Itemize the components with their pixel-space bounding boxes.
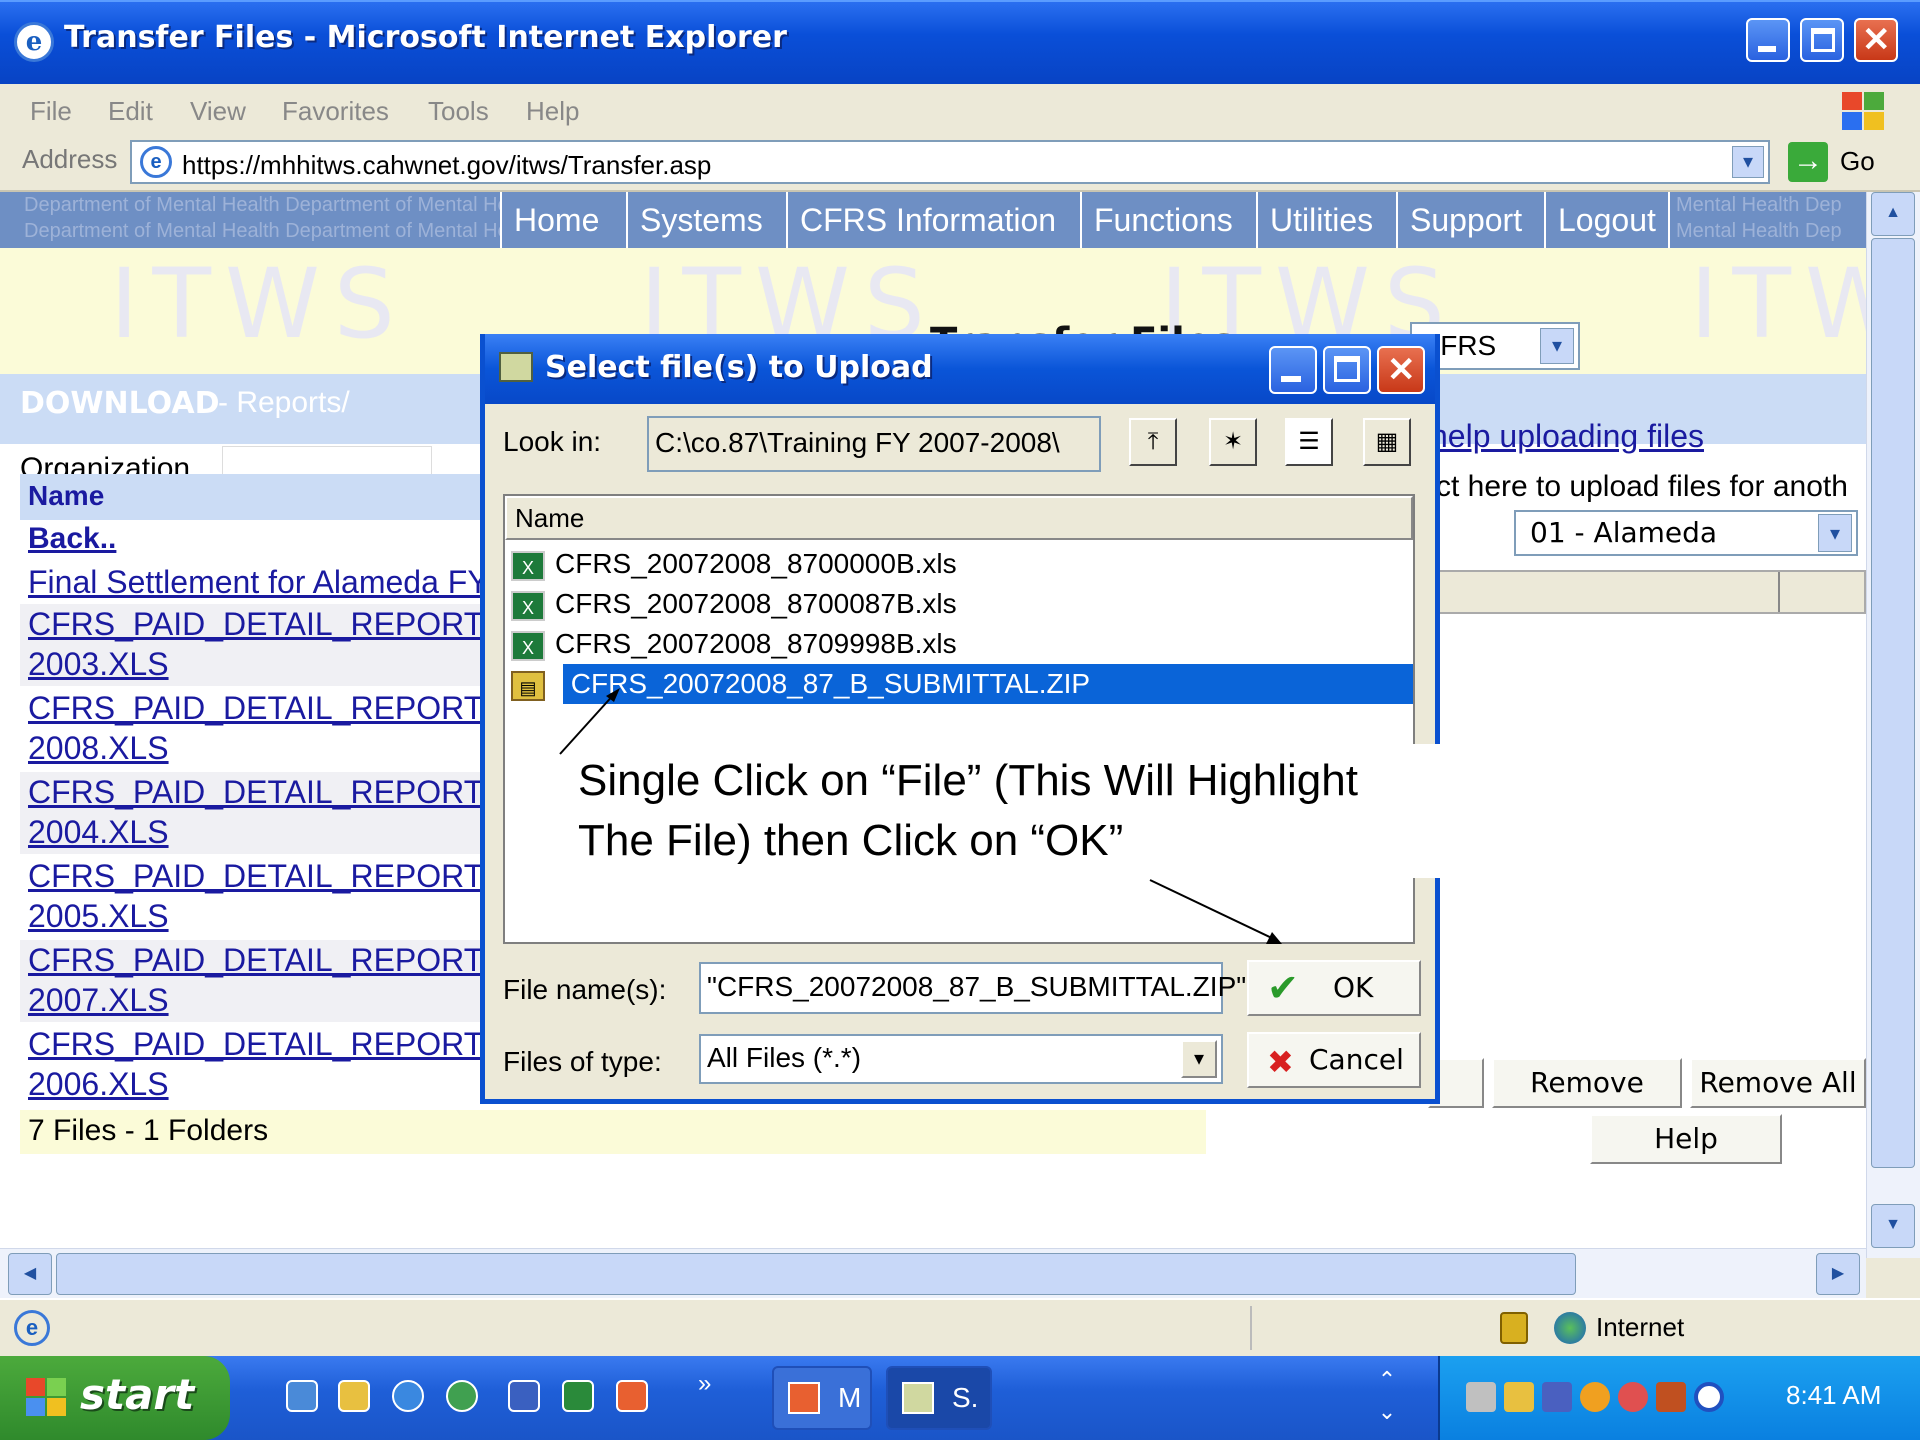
arrow-head — [1266, 932, 1282, 944]
callout-arrows — [559, 688, 1282, 944]
arrow-to-ok — [1149, 879, 1277, 941]
arrow-to-file — [559, 691, 617, 755]
